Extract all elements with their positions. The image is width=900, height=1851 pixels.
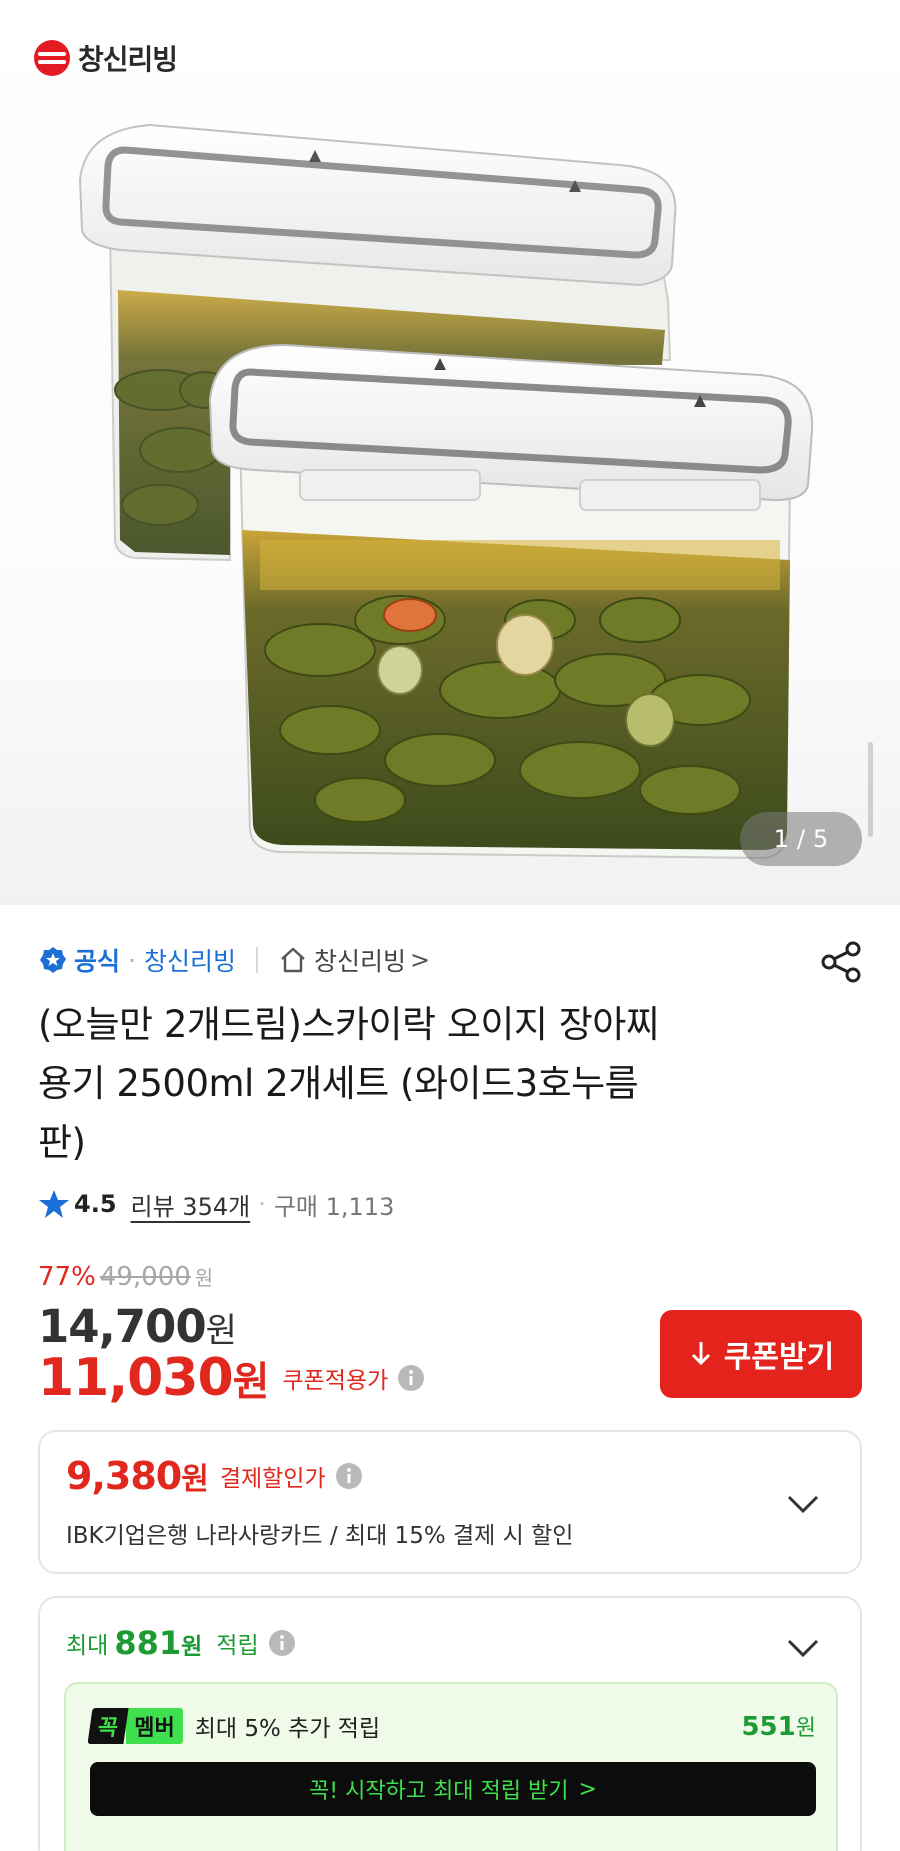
sale-price: 14,700원 [38, 1300, 237, 1353]
reward-card: 최대 881원 적립 꼭 멤버 최대 5% 추가 적립 551원 꼭! 시작하고… [38, 1596, 862, 1851]
payment-price-value: 9,380 [66, 1454, 182, 1498]
product-image-gallery[interactable]: 창신리빙 1 / 5 [0, 0, 900, 905]
member-amount-value: 551 [741, 1712, 796, 1742]
download-icon [691, 1342, 710, 1366]
reward-amount-unit: 원 [181, 1634, 203, 1660]
title-line: 용기 2500ml 2개세트 (와이드3호누름 [38, 1062, 639, 1105]
gallery-current: 1 [773, 825, 789, 853]
payment-discount-detail: IBK기업은행 나라사랑카드 / 최대 15% 결제 시 할인 [66, 1523, 574, 1549]
reward-amount: 881원 [114, 1624, 202, 1662]
member-reward-text: 최대 5% 추가 적립 [194, 1716, 381, 1742]
official-badge-icon [40, 947, 66, 973]
info-icon[interactable] [334, 1461, 364, 1491]
download-coupon-button[interactable]: 쿠폰받기 [660, 1310, 862, 1398]
seller-row: 공식 · 창신리빙 창신리빙 > [38, 940, 864, 983]
chevron-right-icon: > [578, 1776, 597, 1802]
reward-label: 적립 [216, 1633, 259, 1659]
info-icon[interactable] [267, 1628, 297, 1658]
gallery-total: 5 [813, 825, 829, 853]
reward-amount-value: 881 [114, 1624, 182, 1662]
title-line: 판) [38, 1121, 86, 1164]
gallery-separator: / [796, 825, 806, 853]
member-badge: 멤버 [126, 1708, 183, 1744]
official-label: 공식 [74, 947, 121, 976]
discount-percent: 77% [38, 1262, 96, 1292]
member-reward-amount: 551원 [741, 1710, 816, 1742]
member-amount-unit: 원 [795, 1716, 816, 1741]
kkok-badge: 꼭 [87, 1708, 129, 1744]
start-member-label: 꼭! 시작하고 최대 적립 받기 [309, 1779, 569, 1804]
rating-score: 4.5 [74, 1190, 117, 1218]
reward-row: 최대 881원 적립 [66, 1624, 297, 1662]
payment-discount-price: 9,380원 [66, 1454, 209, 1498]
home-icon [281, 947, 305, 973]
store-link[interactable]: 창신리빙 [314, 942, 406, 978]
brand-logo-text: 창신리빙 [78, 43, 178, 76]
coupon-price-row: 11,030원 쿠폰적용가 [38, 1348, 426, 1408]
original-price-unit: 원 [194, 1266, 214, 1290]
info-icon[interactable] [396, 1363, 426, 1393]
brand-logo-icon [34, 40, 70, 76]
purchase-count: 구매 1,113 [273, 1192, 395, 1221]
payment-discount-card[interactable]: 9,380원 결제할인가 IBK기업은행 나라사랑카드 / 최대 15% 결제 … [38, 1430, 862, 1574]
reward-prefix: 최대 [66, 1633, 109, 1659]
rating-separator: · [258, 1190, 266, 1218]
star-icon [39, 1190, 69, 1218]
gallery-scroll-indicator [868, 742, 873, 837]
product-photo [78, 123, 814, 860]
chevron-down-icon[interactable] [786, 1494, 820, 1514]
coupon-price-unit: 원 [232, 1359, 270, 1405]
title-line: (오늘만 2개드림)스카이락 오이지 장아찌 [38, 1003, 660, 1046]
coupon-price-value: 11,030 [38, 1348, 234, 1408]
brand-logo: 창신리빙 [34, 38, 178, 78]
payment-discount-row: 9,380원 결제할인가 [66, 1454, 364, 1498]
coupon-price-label: 쿠폰적용가 [282, 1368, 389, 1394]
divider [255, 947, 258, 973]
seller-name[interactable]: 창신리빙 [144, 942, 236, 978]
sale-price-unit: 원 [205, 1311, 237, 1351]
coupon-price: 11,030원 [38, 1348, 270, 1408]
product-title: (오늘만 2개드림)스카이락 오이지 장아찌 용기 2500ml 2개세트 (와… [38, 995, 828, 1172]
rating-row: 4.5 리뷰 354개 · 구매 1,113 [38, 1184, 394, 1224]
chevron-down-icon[interactable] [786, 1638, 820, 1658]
member-reward-row: 꼭 멤버 최대 5% 추가 적립 551원 [87, 1708, 816, 1744]
start-member-button[interactable]: 꼭! 시작하고 최대 적립 받기 > [90, 1762, 816, 1816]
seller-separator: · [128, 945, 136, 975]
review-count-link[interactable]: 리뷰 354개 [131, 1187, 251, 1222]
share-icon[interactable] [820, 940, 864, 984]
payment-price-unit: 원 [181, 1462, 209, 1497]
original-price: 49,000 [99, 1262, 191, 1292]
payment-discount-label: 결제할인가 [219, 1466, 326, 1492]
member-reward-box: 꼭 멤버 최대 5% 추가 적립 551원 꼭! 시작하고 최대 적립 받기 > [64, 1682, 838, 1851]
chevron-right-icon: > [410, 946, 431, 974]
download-coupon-label: 쿠폰받기 [723, 1340, 835, 1375]
discount-row: 77% 49,000 원 [38, 1262, 213, 1292]
sale-price-value: 14,700 [38, 1300, 207, 1353]
gallery-counter: 1 / 5 [740, 812, 862, 866]
